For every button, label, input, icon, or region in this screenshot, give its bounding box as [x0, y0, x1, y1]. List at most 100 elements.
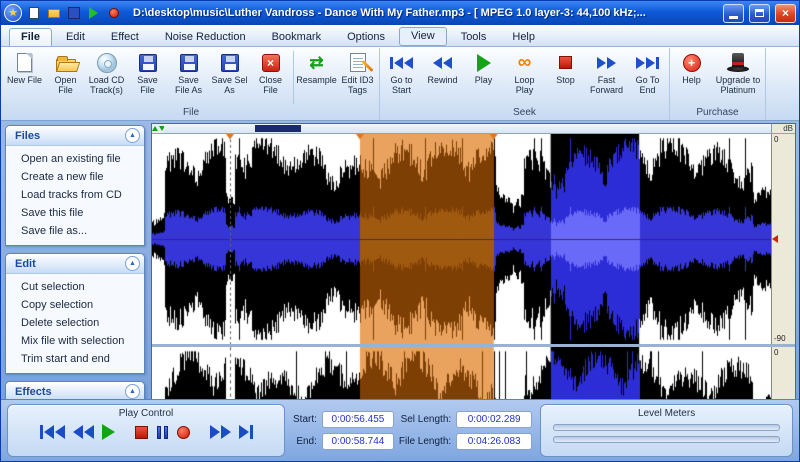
- sel-length-value-field[interactable]: 0:00:02.289: [456, 411, 533, 428]
- titlebar-play-button[interactable]: [85, 5, 102, 22]
- sidebar-panel-edit: Edit ▲ Cut selection Copy selection Dele…: [5, 253, 145, 374]
- sidebar-item-save-file[interactable]: Save this file: [6, 204, 144, 222]
- edit-id3-tags-button[interactable]: Edit ID3 Tags: [337, 48, 378, 96]
- save-file-as-button[interactable]: Save File As: [168, 48, 209, 96]
- menu-file[interactable]: File: [9, 28, 52, 46]
- sidebar-item-load-cd[interactable]: Load tracks from CD: [6, 186, 144, 204]
- rewind-button[interactable]: Rewind: [422, 48, 463, 86]
- titlebar-open-file-button[interactable]: [45, 5, 62, 22]
- bottom-bar: Play Control Start: 0:00:56.455 Sel Leng…: [1, 399, 799, 461]
- menu-bar: File Edit Effect Noise Reduction Bookmar…: [1, 25, 799, 47]
- titlebar-new-file-button[interactable]: [25, 5, 42, 22]
- upgrade-button[interactable]: Upgrade to Platinum: [712, 48, 764, 96]
- play-button[interactable]: Play: [463, 48, 504, 86]
- transport-rewind-button[interactable]: [72, 425, 95, 439]
- titlebar-record-button[interactable]: [105, 5, 122, 22]
- go-to-start-button[interactable]: Go to Start: [381, 48, 422, 96]
- menu-help[interactable]: Help: [500, 28, 547, 46]
- stop-button[interactable]: Stop: [545, 48, 586, 86]
- sidebar-item-delete[interactable]: Delete selection: [6, 314, 144, 332]
- sidebar-item-copy[interactable]: Copy selection: [6, 296, 144, 314]
- waveform-canvas-right[interactable]: [152, 347, 771, 399]
- menu-bookmark[interactable]: Bookmark: [260, 28, 334, 46]
- level-arrow-icon: [772, 235, 778, 243]
- sidebar-item-open-existing[interactable]: Open an existing file: [6, 150, 144, 168]
- load-cd-tracks-button[interactable]: Load CD Track(s): [86, 48, 127, 96]
- open-folder-icon: [55, 55, 76, 72]
- transport-fast-forward-button[interactable]: [209, 425, 232, 439]
- overview-position-segment[interactable]: [255, 125, 301, 132]
- sidebar-item-save-as[interactable]: Save file as...: [6, 222, 144, 240]
- pause-icon: [156, 425, 161, 439]
- menu-options[interactable]: Options: [335, 28, 397, 46]
- overview-strip[interactable]: dB: [151, 124, 795, 134]
- open-file-button[interactable]: Open File: [45, 48, 86, 96]
- minimize-button[interactable]: [723, 3, 744, 23]
- menu-effect[interactable]: Effect: [99, 28, 151, 46]
- transport-play-button[interactable]: [101, 424, 116, 440]
- maximize-button[interactable]: [749, 3, 770, 23]
- menu-tools[interactable]: Tools: [449, 28, 499, 46]
- titlebar-save-button[interactable]: [65, 5, 82, 22]
- collapse-icon[interactable]: ▲: [125, 128, 140, 143]
- rewind-icon: [72, 425, 83, 439]
- waveform-canvas-left[interactable]: [152, 134, 771, 344]
- effects-panel-header[interactable]: Effects ▲: [6, 382, 144, 399]
- sidebar-item-mix[interactable]: Mix file with selection: [6, 332, 144, 350]
- sidebar-item-cut[interactable]: Cut selection: [6, 278, 144, 296]
- save-file-button[interactable]: Save File: [127, 48, 168, 96]
- close-file-button[interactable]: × Close File: [250, 48, 291, 96]
- sidebar: Files ▲ Open an existing file Create a n…: [1, 121, 149, 399]
- transport-record-button[interactable]: [176, 425, 191, 439]
- files-panel-header[interactable]: Files ▲: [6, 126, 144, 146]
- app-logo-icon: ★: [4, 4, 22, 22]
- menu-noise-reduction[interactable]: Noise Reduction: [153, 28, 258, 46]
- save-sel-as-button[interactable]: Save Sel As: [209, 48, 250, 96]
- new-file-button[interactable]: New File: [4, 48, 45, 86]
- toolbar-group-file-caption: File: [182, 107, 200, 118]
- transport-go-to-start-button[interactable]: [39, 425, 66, 439]
- magician-hat-icon: [726, 52, 750, 73]
- id3-tag-icon: [349, 53, 366, 72]
- menu-edit[interactable]: Edit: [54, 28, 97, 46]
- overview-track[interactable]: [164, 124, 771, 133]
- floppy-icon: [138, 53, 157, 72]
- sidebar-item-create-new[interactable]: Create a new file: [6, 168, 144, 186]
- db-ruler-right: 0 -90: [771, 347, 795, 399]
- fast-forward-button[interactable]: Fast Forward: [586, 48, 627, 96]
- new-file-icon: [28, 7, 39, 19]
- sidebar-item-trim[interactable]: Trim start and end: [6, 350, 144, 368]
- go-to-end-icon: [636, 51, 659, 74]
- collapse-icon[interactable]: ▲: [125, 384, 140, 399]
- transport-stop-button[interactable]: [134, 425, 149, 439]
- new-file-icon: [17, 53, 32, 72]
- close-button[interactable]: ×: [775, 3, 796, 23]
- loop-play-button[interactable]: ∞ Loop Play: [504, 48, 545, 96]
- stop-icon: [559, 51, 572, 74]
- file-length-label: File Length:: [398, 436, 452, 447]
- title-bar: ★ D:\desktop\music\Luther Vandross - Dan…: [1, 1, 799, 25]
- level-meters-title: Level Meters: [637, 408, 696, 419]
- help-button[interactable]: + Help: [671, 48, 712, 86]
- end-label: End:: [296, 436, 317, 447]
- collapse-icon[interactable]: ▲: [125, 256, 140, 271]
- sidebar-panel-files: Files ▲ Open an existing file Create a n…: [5, 125, 145, 246]
- file-length-value-field[interactable]: 0:04:26.083: [456, 433, 533, 450]
- start-value-field[interactable]: 0:00:56.455: [321, 411, 394, 428]
- transport-pause-button[interactable]: [155, 425, 170, 439]
- start-label: Start:: [293, 414, 317, 425]
- level-meters-panel: Level Meters: [540, 404, 793, 457]
- end-value-field[interactable]: 0:00:58.744: [321, 433, 394, 450]
- app-window: ★ D:\desktop\music\Luther Vandross - Dan…: [0, 0, 800, 462]
- go-to-end-button[interactable]: Go To End: [627, 48, 668, 96]
- transport-go-to-end-button[interactable]: [238, 425, 254, 439]
- stop-icon: [134, 425, 148, 439]
- loop-icon: ∞: [517, 51, 532, 73]
- menu-view[interactable]: View: [399, 27, 447, 46]
- resample-button[interactable]: ⇄ Resample: [296, 48, 337, 86]
- zoom-arrows-icon[interactable]: [151, 124, 165, 133]
- go-to-end-icon: [238, 425, 249, 439]
- waveform-channel-left: 0 -90: [152, 134, 795, 344]
- toolbar-group-seek: Go to Start Rewind Play ∞ Loop Play Stop …: [380, 48, 670, 120]
- edit-panel-header[interactable]: Edit ▲: [6, 254, 144, 274]
